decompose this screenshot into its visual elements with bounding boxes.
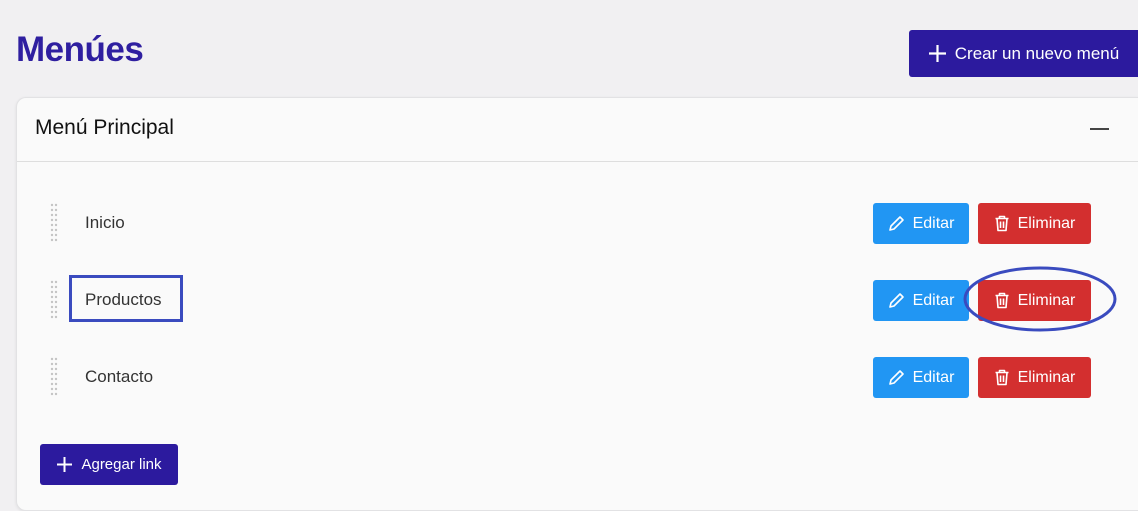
highlight-ellipse-annotation — [963, 266, 1117, 332]
delete-button[interactable]: Eliminar — [978, 357, 1091, 398]
menu-item-label: Contacto — [85, 367, 154, 386]
plus-icon — [928, 45, 946, 62]
edit-button[interactable]: Editar — [873, 280, 969, 321]
page-title: Menúes — [16, 30, 144, 69]
drag-handle-icon[interactable] — [50, 356, 58, 398]
create-menu-button[interactable]: Crear un nuevo menú — [909, 30, 1138, 77]
delete-button[interactable]: Eliminar — [978, 203, 1091, 244]
add-link-button[interactable]: Agregar link — [40, 444, 178, 485]
trash-icon — [995, 369, 1009, 386]
menu-item-row: Contacto Editar Eliminar — [17, 356, 1138, 398]
create-menu-label: Crear un nuevo menú — [954, 43, 1120, 63]
plus-icon — [57, 457, 73, 472]
menu-item-label: Inicio — [85, 213, 125, 232]
edit-label: Editar — [912, 368, 955, 386]
drag-handle-icon[interactable] — [50, 202, 58, 244]
edit-label: Editar — [912, 214, 955, 232]
delete-label: Eliminar — [1017, 214, 1076, 232]
edit-label: Editar — [912, 291, 955, 309]
trash-icon — [995, 215, 1009, 232]
pencil-icon — [888, 293, 904, 308]
menu-card-header: Menú Principal — [17, 98, 1138, 162]
menu-title: Menú Principal — [35, 116, 174, 139]
edit-button[interactable]: Editar — [873, 203, 969, 244]
drag-handle-icon[interactable] — [50, 279, 58, 321]
pencil-icon — [888, 216, 904, 231]
delete-label: Eliminar — [1017, 368, 1076, 386]
edit-button[interactable]: Editar — [873, 357, 969, 398]
add-link-label: Agregar link — [81, 456, 162, 473]
pencil-icon — [888, 370, 904, 385]
menu-item-row: Inicio Editar Eliminar — [17, 202, 1138, 244]
menu-card: Menú Principal Inicio Editar Eliminar Pr… — [16, 97, 1138, 511]
minus-icon[interactable] — [1090, 128, 1109, 130]
highlight-box-annotation — [69, 275, 183, 322]
